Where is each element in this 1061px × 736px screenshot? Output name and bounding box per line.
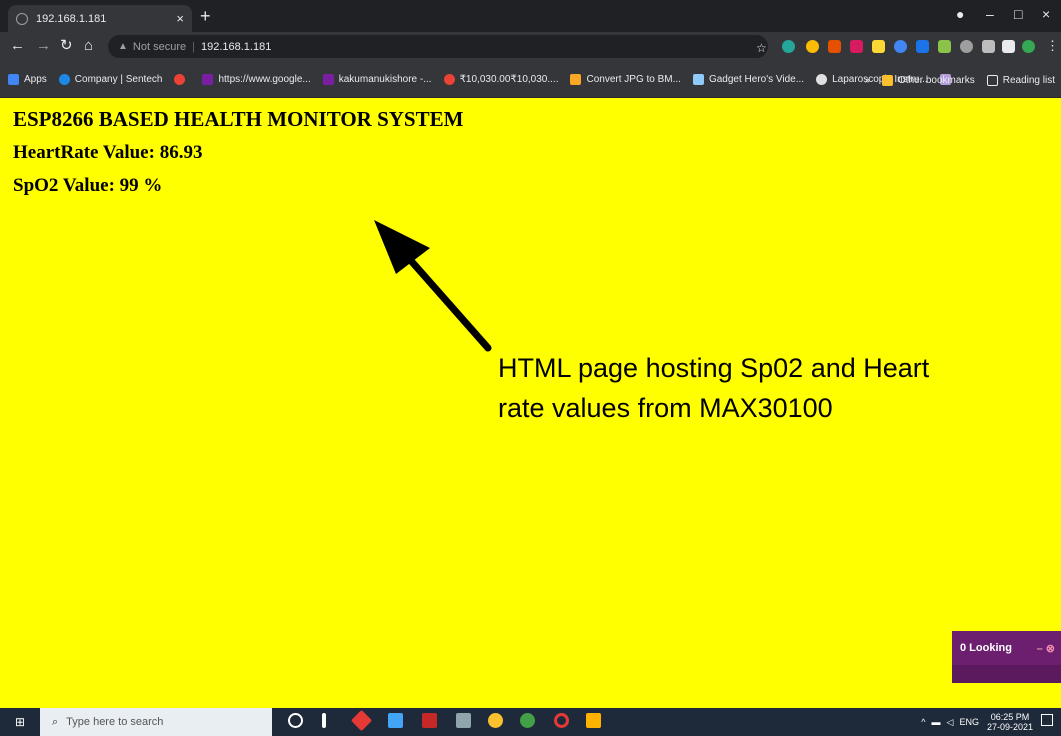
bookmark-item[interactable]: Gadget Hero's Vide... (692, 74, 805, 85)
warning-icon: ▲ (118, 41, 128, 52)
extension-icon[interactable] (828, 40, 841, 53)
bookmarks-bar: Apps Company | Sentech https://www.googl… (0, 62, 1061, 98)
widget-controls[interactable]: – ⊗ (1037, 642, 1055, 655)
looking-widget[interactable]: 0 Looking – ⊗ (952, 631, 1061, 683)
chevron-up-icon[interactable]: ^ (921, 717, 925, 727)
cortana-icon[interactable] (288, 713, 303, 728)
profile-icon[interactable]: ● (956, 6, 964, 22)
bookmark-item[interactable] (174, 74, 190, 85)
bookmark-item[interactable]: Apps (8, 74, 47, 85)
bookmarks-right: » Other bookmarks Reading list (864, 62, 1055, 98)
bookmark-label: https://www.google... (218, 74, 311, 85)
opera-icon[interactable] (554, 713, 569, 728)
reading-list[interactable]: Reading list (986, 74, 1055, 86)
bookmark-label: Gadget Hero's Vide... (708, 74, 805, 85)
language-indicator[interactable]: ENG (959, 717, 979, 727)
system-tray: ^ ▬ ◁ ENG 06:25 PM 27-09-2021 (921, 712, 1033, 732)
bookmark-label: kakumanukishore -... (338, 74, 432, 85)
search-placeholder: Type here to search (66, 716, 164, 728)
extension-icon[interactable] (872, 40, 885, 53)
clock-date: 27-09-2021 (986, 722, 1033, 732)
other-bookmarks[interactable]: Other bookmarks (882, 74, 975, 86)
bookmark-label: Company | Sentech (74, 74, 163, 85)
bookmark-item[interactable]: https://www.google... (202, 74, 311, 85)
apps-icon (8, 74, 19, 85)
forward-icon[interactable]: → (36, 38, 51, 54)
app-icon[interactable] (586, 713, 601, 728)
maximize-icon[interactable]: □ (1014, 6, 1022, 22)
tab-title: 192.168.1.181 (36, 12, 107, 25)
spo2-value: SpO2 Value: 99 % (13, 175, 163, 196)
extension-icon[interactable] (782, 40, 795, 53)
search-icon: ⌕ (52, 715, 59, 728)
extension-icon[interactable] (894, 40, 907, 53)
app-icon[interactable] (322, 713, 326, 728)
bookmark-label: Apps (24, 74, 47, 85)
browser-tab[interactable]: 192.168.1.181 × (8, 5, 192, 32)
not-secure-label: Not secure (132, 40, 187, 53)
page-title: ESP8266 BASED HEALTH MONITOR SYSTEM (13, 107, 464, 131)
bookmark-icon (322, 74, 334, 85)
annotation-text: HTML page hosting Sp02 and Heart rate va… (498, 353, 930, 423)
bookmark-item[interactable]: kakumanukishore -... (322, 74, 432, 85)
whatsapp-icon[interactable] (520, 713, 535, 728)
bookmark-item[interactable]: ₹10,030.00₹10,030.... (443, 74, 559, 85)
clock-time: 06:25 PM (990, 712, 1030, 722)
reading-list-icon (986, 74, 998, 86)
extension-icon[interactable] (982, 40, 995, 53)
address-separator: | (192, 40, 195, 53)
bookmark-label: Convert JPG to BM... (586, 74, 681, 85)
folder-icon (882, 74, 894, 86)
bookmark-icon (816, 74, 828, 85)
bookmark-icon (692, 74, 704, 85)
extension-icon[interactable] (850, 40, 863, 53)
bookmark-star-icon[interactable]: ☆ (756, 40, 767, 56)
new-tab-button[interactable]: + (200, 7, 211, 25)
tab-close-icon[interactable]: × (176, 11, 184, 26)
bookmark-icon (202, 74, 214, 85)
arrow-icon (374, 220, 492, 352)
extension-icon[interactable] (938, 40, 951, 53)
browser-toolbar: ← → ↻ ⌂ ▲ Not secure | 192.168.1.181 ☆ ⋮ (0, 32, 1061, 62)
address-bar[interactable]: ▲ Not secure | 192.168.1.181 (108, 35, 768, 58)
bookmark-icon (58, 74, 70, 85)
google-icon (443, 74, 455, 85)
web-page: ESP8266 BASED HEALTH MONITOR SYSTEM Hear… (0, 98, 1061, 708)
extension-icon[interactable] (916, 40, 929, 53)
menu-icon[interactable]: ⋮ (1046, 38, 1059, 54)
extension-icon[interactable] (806, 40, 819, 53)
bookmark-item[interactable]: Convert JPG to BM... (570, 74, 681, 85)
google-icon (174, 74, 186, 85)
minimize-icon[interactable]: – (986, 6, 994, 22)
bookmark-item[interactable]: Company | Sentech (58, 74, 163, 85)
network-icon[interactable]: ▬ (932, 717, 941, 727)
tab-strip: 192.168.1.181 × + ● – □ × (0, 0, 1061, 32)
chrome-icon[interactable] (488, 713, 503, 728)
windows-start-icon[interactable]: ⊞ (0, 708, 40, 736)
taskbar-search[interactable]: ⌕ Type here to search (40, 708, 272, 736)
screen: 192.168.1.181 × + ● – □ × ← → ↻ ⌂ ▲ Not … (0, 0, 1061, 736)
bookmark-label: ₹10,030.00₹10,030.... (459, 74, 559, 85)
file-explorer-icon[interactable] (388, 713, 403, 728)
bookmarks-overflow[interactable]: » (864, 75, 870, 86)
notification-icon[interactable] (1041, 714, 1053, 726)
avatar[interactable] (1022, 40, 1035, 53)
reload-icon[interactable]: ↻ (60, 38, 73, 54)
app-icon[interactable] (456, 713, 471, 728)
home-icon[interactable]: ⌂ (84, 38, 93, 54)
volume-icon[interactable]: ◁ (947, 717, 954, 728)
reading-list-label: Reading list (1002, 74, 1055, 86)
app-icon[interactable] (422, 713, 437, 728)
back-icon[interactable]: ← (10, 38, 25, 54)
clock[interactable]: 06:25 PM 27-09-2021 (987, 712, 1033, 732)
heart-rate-value: HeartRate Value: 86.93 (13, 142, 203, 163)
other-bookmarks-label: Other bookmarks (898, 74, 975, 86)
bookmark-icon (570, 74, 582, 85)
globe-icon (16, 12, 28, 25)
url-text: 192.168.1.181 (200, 40, 272, 53)
puzzle-icon[interactable] (1002, 40, 1015, 53)
extension-icon[interactable] (960, 40, 973, 53)
close-window-icon[interactable]: × (1042, 6, 1050, 22)
